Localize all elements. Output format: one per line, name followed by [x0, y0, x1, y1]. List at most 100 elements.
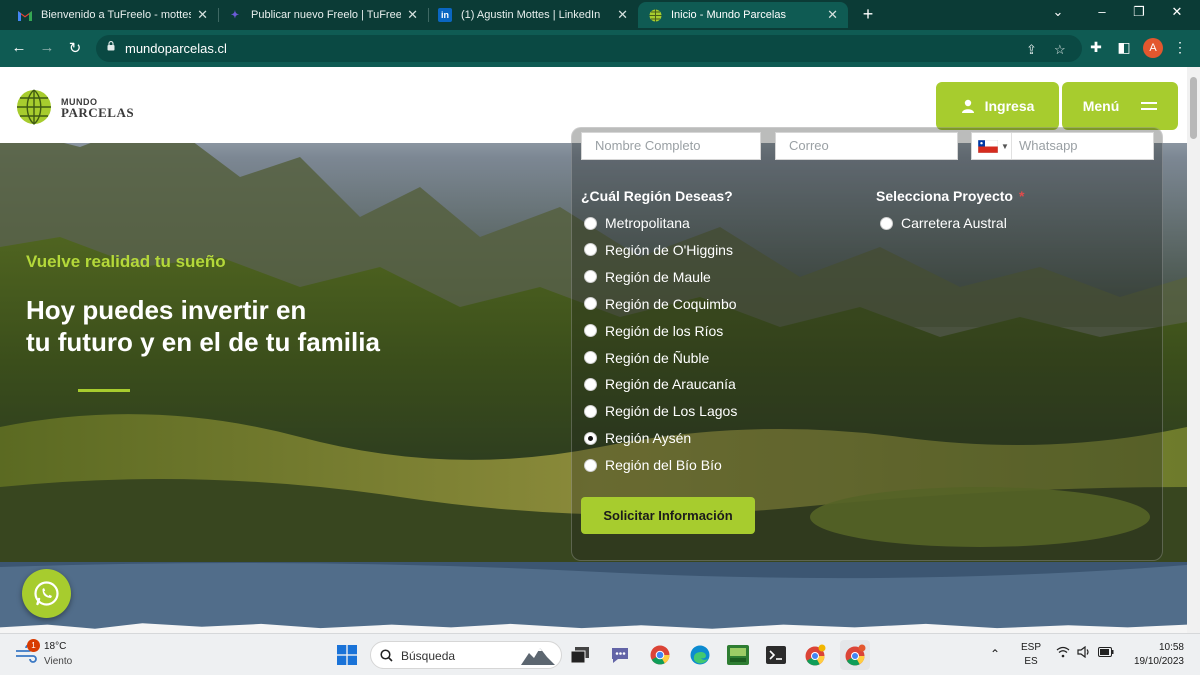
calculator-app-icon[interactable]: [726, 643, 750, 667]
menu-button[interactable]: Menú: [1062, 82, 1178, 130]
browser-tab-strip: Bienvenido a TuFreelo - mottes ✕ ✦ Publi…: [0, 0, 1200, 30]
radio-button[interactable]: [584, 377, 597, 391]
required-asterisk: *: [1018, 188, 1025, 204]
region-option[interactable]: Región de Araucanía: [584, 374, 736, 394]
task-view-icon[interactable]: [568, 643, 592, 667]
tab-mundo-parcelas[interactable]: Inicio - Mundo Parcelas ✕: [638, 2, 848, 28]
whatsapp-placeholder: Whatsapp: [1019, 138, 1078, 153]
region-title: ¿Cuál Región Deseas?: [581, 188, 733, 204]
minimize-icon[interactable]: –: [1088, 4, 1116, 19]
project-option[interactable]: Carretera Austral: [880, 213, 1007, 233]
restore-icon[interactable]: ❐: [1125, 4, 1153, 20]
linkedin-icon: in: [438, 8, 452, 22]
chrome-menu-icon[interactable]: ⋮: [1170, 39, 1190, 56]
new-tab-button[interactable]: +: [858, 4, 878, 24]
submit-button[interactable]: Solicitar Información: [581, 497, 755, 534]
close-tab-icon[interactable]: ✕: [827, 7, 838, 23]
region-option[interactable]: Región de Los Lagos: [584, 401, 737, 421]
region-option[interactable]: Región del Bío Bío: [584, 455, 722, 475]
whatsapp-float-button[interactable]: [22, 569, 71, 618]
clock-date[interactable]: 19/10/2023: [1128, 656, 1184, 667]
login-button[interactable]: Ingresa: [936, 82, 1059, 130]
page-viewport: MUNDO PARCELAS Ingresa Menú Vuelve reali…: [0, 67, 1187, 633]
side-panel-icon[interactable]: ◧: [1114, 39, 1134, 56]
bookmark-star-icon[interactable]: ☆: [1054, 42, 1066, 58]
language-indicator[interactable]: ESP ES: [1018, 642, 1044, 667]
radio-button[interactable]: [584, 404, 597, 418]
scrollbar-thumb[interactable]: [1190, 77, 1197, 139]
name-field[interactable]: Nombre Completo: [581, 132, 761, 160]
teams-chat-icon[interactable]: [608, 643, 632, 667]
tab-search-icon[interactable]: ⌄: [1044, 4, 1072, 20]
chrome-active-icon[interactable]: [840, 640, 870, 670]
radio-button[interactable]: [584, 431, 597, 445]
login-label: Ingresa: [984, 98, 1035, 114]
tufreelo-icon: ✦: [230, 9, 240, 21]
whatsapp-icon: [34, 581, 59, 606]
lock-icon[interactable]: [107, 41, 115, 51]
radio-button[interactable]: [584, 351, 597, 364]
region-option-label: Región del Bío Bío: [605, 457, 722, 474]
tab-title: Inicio - Mundo Parcelas: [671, 9, 786, 21]
url-text: mundoparcelas.cl: [125, 41, 227, 56]
mundo-parcelas-logo[interactable]: [16, 89, 52, 125]
close-tab-icon[interactable]: ✕: [617, 7, 628, 23]
profile-avatar[interactable]: A: [1143, 38, 1163, 58]
taskbar-search[interactable]: Búsqueda: [370, 641, 562, 669]
search-icon: [380, 649, 393, 662]
chrome-icon[interactable]: [648, 643, 672, 667]
region-option-label: Región de los Ríos: [605, 322, 724, 339]
reload-icon[interactable]: ↻: [65, 39, 85, 57]
region-option[interactable]: Región de Maule: [584, 267, 711, 287]
region-option[interactable]: Metropolitana: [584, 213, 690, 233]
close-window-icon[interactable]: ✕: [1163, 4, 1191, 20]
windows-start-icon[interactable]: [335, 643, 359, 667]
back-icon[interactable]: ←: [9, 39, 29, 56]
radio-button[interactable]: [584, 297, 597, 311]
email-field[interactable]: Correo: [775, 132, 958, 160]
chile-flag-icon[interactable]: [978, 140, 998, 153]
chrome-profile-icon[interactable]: [803, 643, 827, 667]
page-scrollbar[interactable]: [1187, 67, 1200, 633]
region-option[interactable]: Región de O'Higgins: [584, 240, 733, 260]
hero-headline: Hoy puedes invertir en tu futuro y en el…: [26, 295, 380, 357]
wifi-icon[interactable]: [1056, 646, 1070, 661]
radio-button[interactable]: [584, 243, 597, 257]
user-icon: [961, 99, 974, 113]
terminal-icon[interactable]: [764, 643, 788, 667]
tab-linkedin[interactable]: in (1) Agustin Mottes | LinkedIn ✕: [428, 2, 638, 28]
volume-icon[interactable]: [1077, 645, 1091, 661]
tray-chevron-icon[interactable]: ⌃: [990, 647, 1000, 661]
radio-button[interactable]: [584, 324, 597, 338]
project-title-text: Selecciona Proyecto: [876, 188, 1013, 204]
region-option[interactable]: Región de los Ríos: [584, 321, 723, 341]
forward-icon[interactable]: →: [37, 39, 57, 56]
close-tab-icon[interactable]: ✕: [197, 7, 208, 23]
whatsapp-field[interactable]: Whatsapp: [971, 132, 1154, 160]
weather-badge: 1: [27, 639, 40, 652]
region-option[interactable]: Región de Coquimbo: [584, 294, 737, 314]
tab-title: Bienvenido a TuFreelo - mottes: [41, 9, 192, 21]
battery-icon[interactable]: [1098, 647, 1114, 660]
tab-gmail[interactable]: Bienvenido a TuFreelo - mottes ✕: [8, 2, 218, 28]
search-highlight-icon: [521, 648, 555, 665]
tab-title: Publicar nuevo Freelo | TuFreelo: [251, 9, 402, 21]
radio-button[interactable]: [880, 216, 893, 230]
country-caret-icon[interactable]: ▼: [1001, 142, 1009, 151]
search-label: Búsqueda: [401, 649, 456, 663]
weather-temperature: 18°C: [44, 641, 67, 652]
region-option[interactable]: Región de Ñuble: [584, 348, 709, 368]
close-tab-icon[interactable]: ✕: [407, 7, 418, 23]
address-bar[interactable]: mundoparcelas.cl ⇪ ☆: [96, 35, 1082, 62]
radio-button[interactable]: [584, 216, 597, 230]
edge-icon[interactable]: [688, 643, 712, 667]
clock-time[interactable]: 10:58: [1128, 642, 1184, 653]
tab-tufreelo[interactable]: ✦ Publicar nuevo Freelo | TuFreelo ✕: [218, 2, 428, 28]
menu-label: Menú: [1082, 98, 1120, 114]
extensions-icon[interactable]: ✚: [1086, 39, 1106, 56]
region-option-label: Región de Araucanía: [605, 376, 736, 393]
region-option[interactable]: Región Aysén: [584, 428, 691, 448]
share-icon[interactable]: ⇪: [1026, 42, 1037, 58]
radio-button[interactable]: [584, 270, 597, 284]
radio-button[interactable]: [584, 458, 597, 472]
